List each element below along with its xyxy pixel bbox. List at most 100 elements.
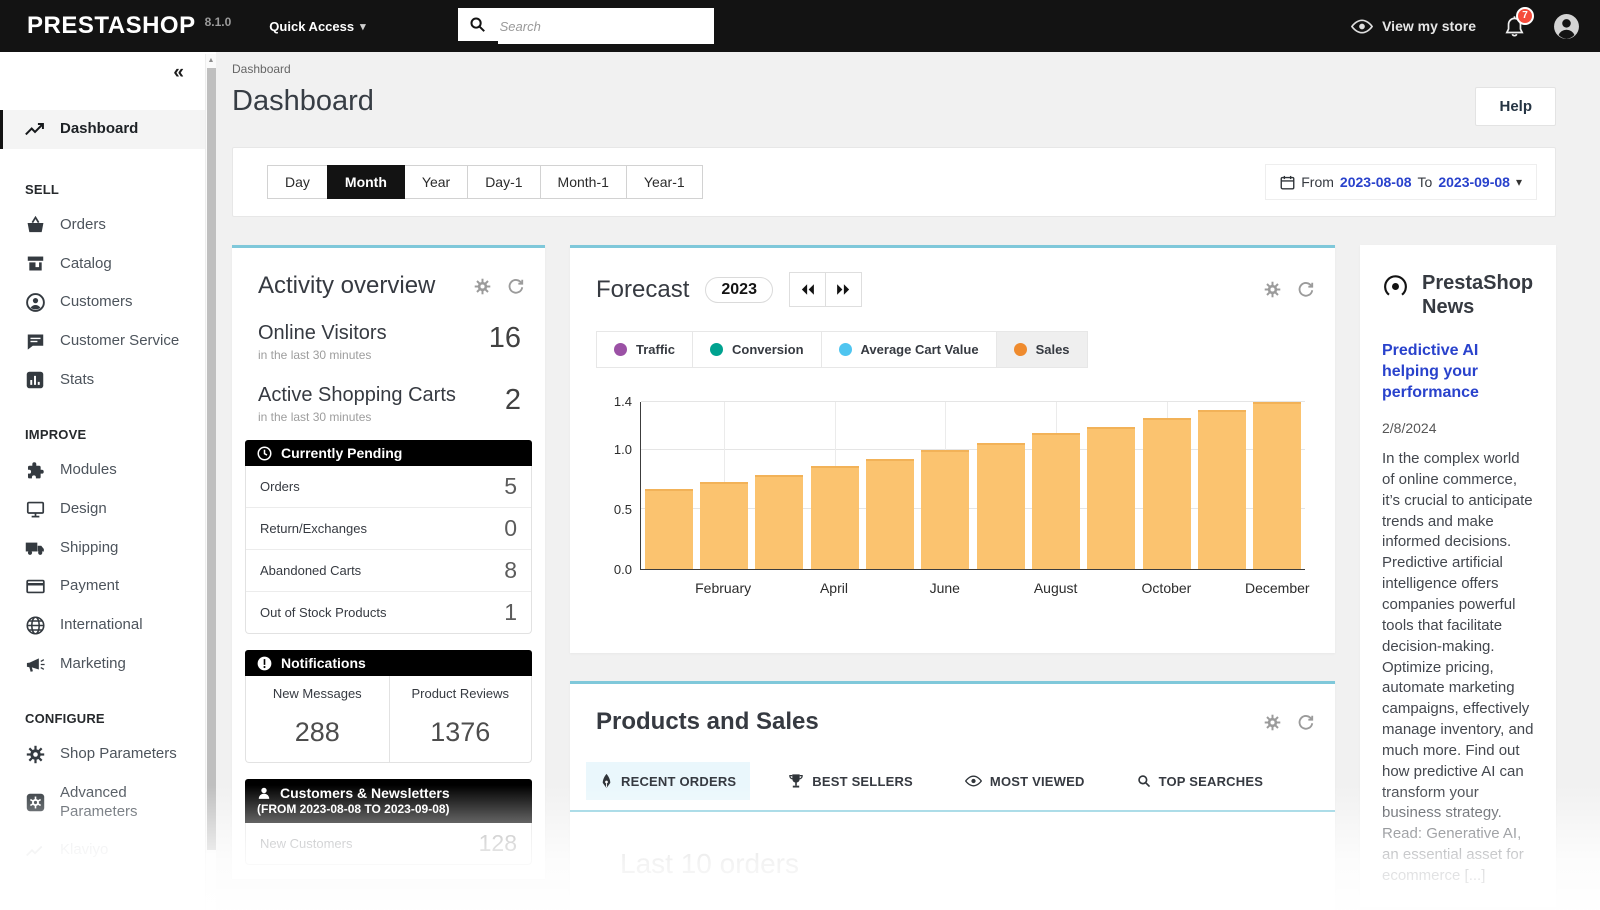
refresh-icon[interactable]	[506, 278, 525, 295]
previous-year-button[interactable]	[789, 272, 826, 307]
to-label: To	[1418, 174, 1433, 190]
sidebar-item-catalog[interactable]: Catalog	[0, 245, 216, 284]
sidebar-item-stats[interactable]: Stats	[0, 361, 216, 400]
metric-label: Online Visitors	[258, 322, 387, 345]
range-year-1-button[interactable]: Year-1	[626, 165, 703, 199]
bar-April	[811, 466, 859, 569]
product-reviews-cell[interactable]: Product Reviews 1376	[389, 676, 532, 762]
legend-label: Sales	[1036, 342, 1070, 357]
range-button-group: Day Month Year Day-1 Month-1 Year-1	[268, 165, 703, 199]
x-tick-label: February	[695, 580, 751, 596]
next-year-button[interactable]	[825, 272, 862, 307]
range-day-1-button[interactable]: Day-1	[467, 165, 540, 199]
settings-gear-icon[interactable]	[1264, 714, 1281, 731]
sidebar-scrollbar[interactable]: ▲	[205, 54, 216, 910]
sidebar-section-configure: CONFIGURE	[0, 684, 216, 735]
news-article-date: 2/8/2024	[1382, 420, 1536, 436]
list-item[interactable]: Orders 5	[246, 466, 531, 507]
bar-June	[921, 450, 969, 569]
refresh-icon[interactable]	[1296, 281, 1315, 298]
notifications-header: Notifications	[245, 650, 532, 676]
sidebar-item-orders[interactable]: Orders	[0, 206, 216, 245]
legend-average-cart-value-button[interactable]: Average Cart Value	[822, 332, 997, 367]
range-year-button[interactable]: Year	[404, 165, 468, 199]
sidebar-item-advanced-parameters[interactable]: Advanced Parameters	[0, 774, 216, 832]
new-messages-cell[interactable]: New Messages 288	[246, 676, 389, 762]
calendar-icon	[1280, 175, 1295, 190]
forecast-year-badge: 2023	[705, 277, 773, 303]
view-my-store-link[interactable]: View my store	[1351, 18, 1476, 34]
sidebar-item-label: Modules	[60, 461, 117, 480]
x-tick-label: August	[1034, 580, 1078, 596]
global-search	[458, 8, 714, 44]
trophy-icon	[788, 773, 804, 789]
chart-legend: Traffic Conversion Average Cart Value	[596, 331, 1088, 368]
sidebar-collapse-button[interactable]: «	[173, 62, 184, 84]
sidebar-item-international[interactable]: International	[0, 606, 216, 645]
tab-label: BEST SELLERS	[812, 774, 913, 789]
y-tick-label: 0.5	[596, 502, 632, 517]
list-item[interactable]: Out of Stock Products 1	[246, 591, 531, 633]
settings-gear-icon[interactable]	[474, 278, 491, 295]
sidebar-item-klaviyo[interactable]: Klaviyo	[0, 831, 216, 870]
notifications-button[interactable]: 7	[1504, 15, 1525, 38]
x-tick-label: December	[1245, 580, 1310, 596]
bar-March	[755, 475, 803, 569]
sidebar-item-customers[interactable]: Customers	[0, 283, 216, 322]
tab-most-viewed[interactable]: MOST VIEWED	[951, 763, 1099, 800]
range-day-button[interactable]: Day	[267, 165, 328, 199]
legend-label: Traffic	[636, 342, 675, 357]
sidebar-item-design[interactable]: Design	[0, 490, 216, 529]
bar-chart-icon	[25, 371, 45, 389]
legend-conversion-button[interactable]: Conversion	[693, 332, 822, 367]
sidebar-item-payment[interactable]: Payment	[0, 567, 216, 606]
list-item[interactable]: New Customers 128	[246, 823, 531, 864]
active-carts-metric: Active Shopping Carts in the last 30 min…	[232, 384, 545, 424]
range-month-1-button[interactable]: Month-1	[540, 165, 627, 199]
scrollbar-up-arrow[interactable]: ▲	[206, 54, 216, 64]
sidebar-item-modules[interactable]: Modules	[0, 451, 216, 490]
panel-title: Forecast	[596, 276, 689, 304]
globe-icon	[25, 616, 45, 635]
search-button[interactable]	[458, 8, 498, 44]
block-header-label: Notifications	[281, 655, 366, 671]
help-button[interactable]: Help	[1475, 87, 1556, 126]
bar-November	[1198, 410, 1246, 569]
sidebar-item-label: Shop Parameters	[60, 745, 177, 764]
quick-access-menu[interactable]: Quick Access ▾	[269, 19, 365, 34]
legend-sales-button[interactable]: Sales	[997, 332, 1087, 367]
page-header: Dashboard Help	[232, 76, 1556, 126]
sidebar-item-label: Catalog	[60, 255, 112, 274]
sidebar-item-shop-parameters[interactable]: Shop Parameters	[0, 735, 216, 774]
settings-gear-icon[interactable]	[1264, 281, 1281, 298]
date-filter-bar: Day Month Year Day-1 Month-1 Year-1 From…	[232, 147, 1556, 217]
metric-label: Active Shopping Carts	[258, 384, 456, 407]
sidebar-item-customer-service[interactable]: Customer Service	[0, 322, 216, 361]
sidebar-item-marketing[interactable]: Marketing	[0, 645, 216, 684]
block-header-label: Currently Pending	[281, 445, 402, 461]
eye-icon	[1351, 19, 1373, 34]
date-range-picker[interactable]: From 2023-08-08 To 2023-09-08 ▾	[1265, 164, 1537, 200]
refresh-icon[interactable]	[1296, 714, 1315, 731]
version-label: 8.1.0	[205, 15, 232, 29]
tab-recent-orders[interactable]: RECENT ORDERS	[586, 762, 750, 800]
tab-top-searches[interactable]: TOP SEARCHES	[1123, 763, 1278, 800]
sidebar-item-shipping[interactable]: Shipping	[0, 529, 216, 568]
sidebar-item-dashboard[interactable]: Dashboard	[0, 110, 216, 149]
scrollbar-thumb[interactable]	[207, 68, 216, 850]
megaphone-icon	[25, 656, 45, 673]
topbar-right-cluster: View my store 7	[1351, 13, 1580, 40]
list-item[interactable]: Abandoned Carts 8	[246, 549, 531, 591]
currently-pending-header: Currently Pending	[245, 440, 532, 466]
tab-best-sellers[interactable]: BEST SELLERS	[774, 762, 927, 800]
news-article-link[interactable]: Predictive AI helping your performance	[1382, 340, 1536, 403]
conversion-dot-icon	[710, 343, 723, 356]
search-input[interactable]	[498, 8, 714, 44]
profile-button[interactable]	[1553, 13, 1580, 40]
list-item[interactable]: Return/Exchanges 0	[246, 507, 531, 549]
from-label: From	[1301, 174, 1334, 190]
range-month-button[interactable]: Month	[327, 165, 405, 199]
legend-traffic-button[interactable]: Traffic	[597, 332, 693, 367]
middle-column: Forecast 2023	[570, 245, 1335, 910]
view-my-store-label: View my store	[1382, 18, 1476, 34]
